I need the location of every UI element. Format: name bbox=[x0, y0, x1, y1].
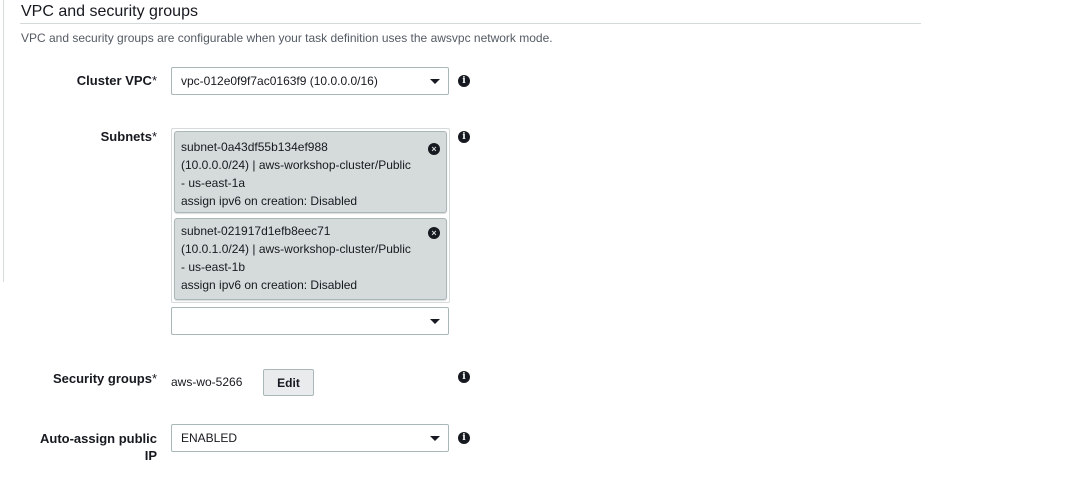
close-circle-icon[interactable]: × bbox=[428, 227, 440, 239]
auto-assign-ip-label-line2: IP bbox=[144, 448, 157, 463]
subnets-label: Subnets* bbox=[0, 128, 157, 145]
auto-assign-ip-label-line1: Auto-assign public bbox=[40, 431, 157, 446]
caret-down-icon bbox=[430, 319, 440, 324]
info-icon[interactable]: i bbox=[458, 371, 470, 383]
subnet-chip: subnet-0a43df55b134ef988 (10.0.0.0/24) |… bbox=[174, 131, 447, 213]
cluster-vpc-label-text: Cluster VPC bbox=[76, 73, 152, 88]
security-groups-label-text: Security groups bbox=[52, 371, 152, 386]
subnets-select[interactable] bbox=[171, 307, 449, 335]
close-circle-icon[interactable]: × bbox=[428, 143, 440, 155]
subnet-id: subnet-0a43df55b134ef988 bbox=[181, 140, 328, 154]
cluster-vpc-value: vpc-012e0f9f7ac0163f9 (10.0.0.0/16) bbox=[181, 74, 378, 88]
subnets-label-text: Subnets bbox=[100, 129, 152, 144]
subnets-selected-list: subnet-0a43df55b134ef988 (10.0.0.0/24) |… bbox=[171, 128, 450, 303]
section-title: VPC and security groups bbox=[21, 3, 198, 20]
required-mark: * bbox=[151, 371, 157, 386]
security-group-value: aws-wo-5266 bbox=[171, 375, 243, 389]
cluster-vpc-label: Cluster VPC* bbox=[0, 72, 157, 89]
subnet-ipv6: assign ipv6 on creation: Disabled bbox=[181, 278, 358, 292]
required-mark: * bbox=[151, 129, 157, 144]
required-mark: * bbox=[151, 73, 157, 88]
subnet-ipv6: assign ipv6 on creation: Disabled bbox=[181, 194, 358, 208]
auto-assign-ip-select[interactable]: ENABLED bbox=[171, 424, 449, 452]
info-icon[interactable]: i bbox=[458, 432, 470, 444]
auto-assign-ip-value: ENABLED bbox=[181, 431, 238, 445]
subnet-chip: subnet-021917d1efb8eec71 (10.0.1.0/24) |… bbox=[174, 218, 447, 300]
auto-assign-ip-label: Auto-assign public IP bbox=[0, 430, 157, 464]
subnet-cidr: (10.0.0.0/24) | aws-workshop-cluster/Pub… bbox=[181, 158, 411, 172]
info-icon[interactable]: i bbox=[458, 131, 470, 143]
section-divider bbox=[20, 23, 921, 24]
subnet-id: subnet-021917d1efb8eec71 bbox=[181, 224, 331, 238]
subnet-zone: - us-east-1b bbox=[181, 260, 246, 274]
edit-security-groups-button[interactable]: Edit bbox=[263, 369, 314, 396]
caret-down-icon bbox=[430, 436, 440, 441]
subnet-zone: - us-east-1a bbox=[181, 176, 246, 190]
info-icon[interactable]: i bbox=[458, 75, 470, 87]
cluster-vpc-select[interactable]: vpc-012e0f9f7ac0163f9 (10.0.0.0/16) bbox=[171, 67, 449, 95]
subnet-cidr: (10.0.1.0/24) | aws-workshop-cluster/Pub… bbox=[181, 242, 411, 256]
caret-down-icon bbox=[430, 79, 440, 84]
security-groups-label: Security groups* bbox=[0, 370, 157, 387]
section-description: VPC and security groups are configurable… bbox=[21, 31, 553, 45]
